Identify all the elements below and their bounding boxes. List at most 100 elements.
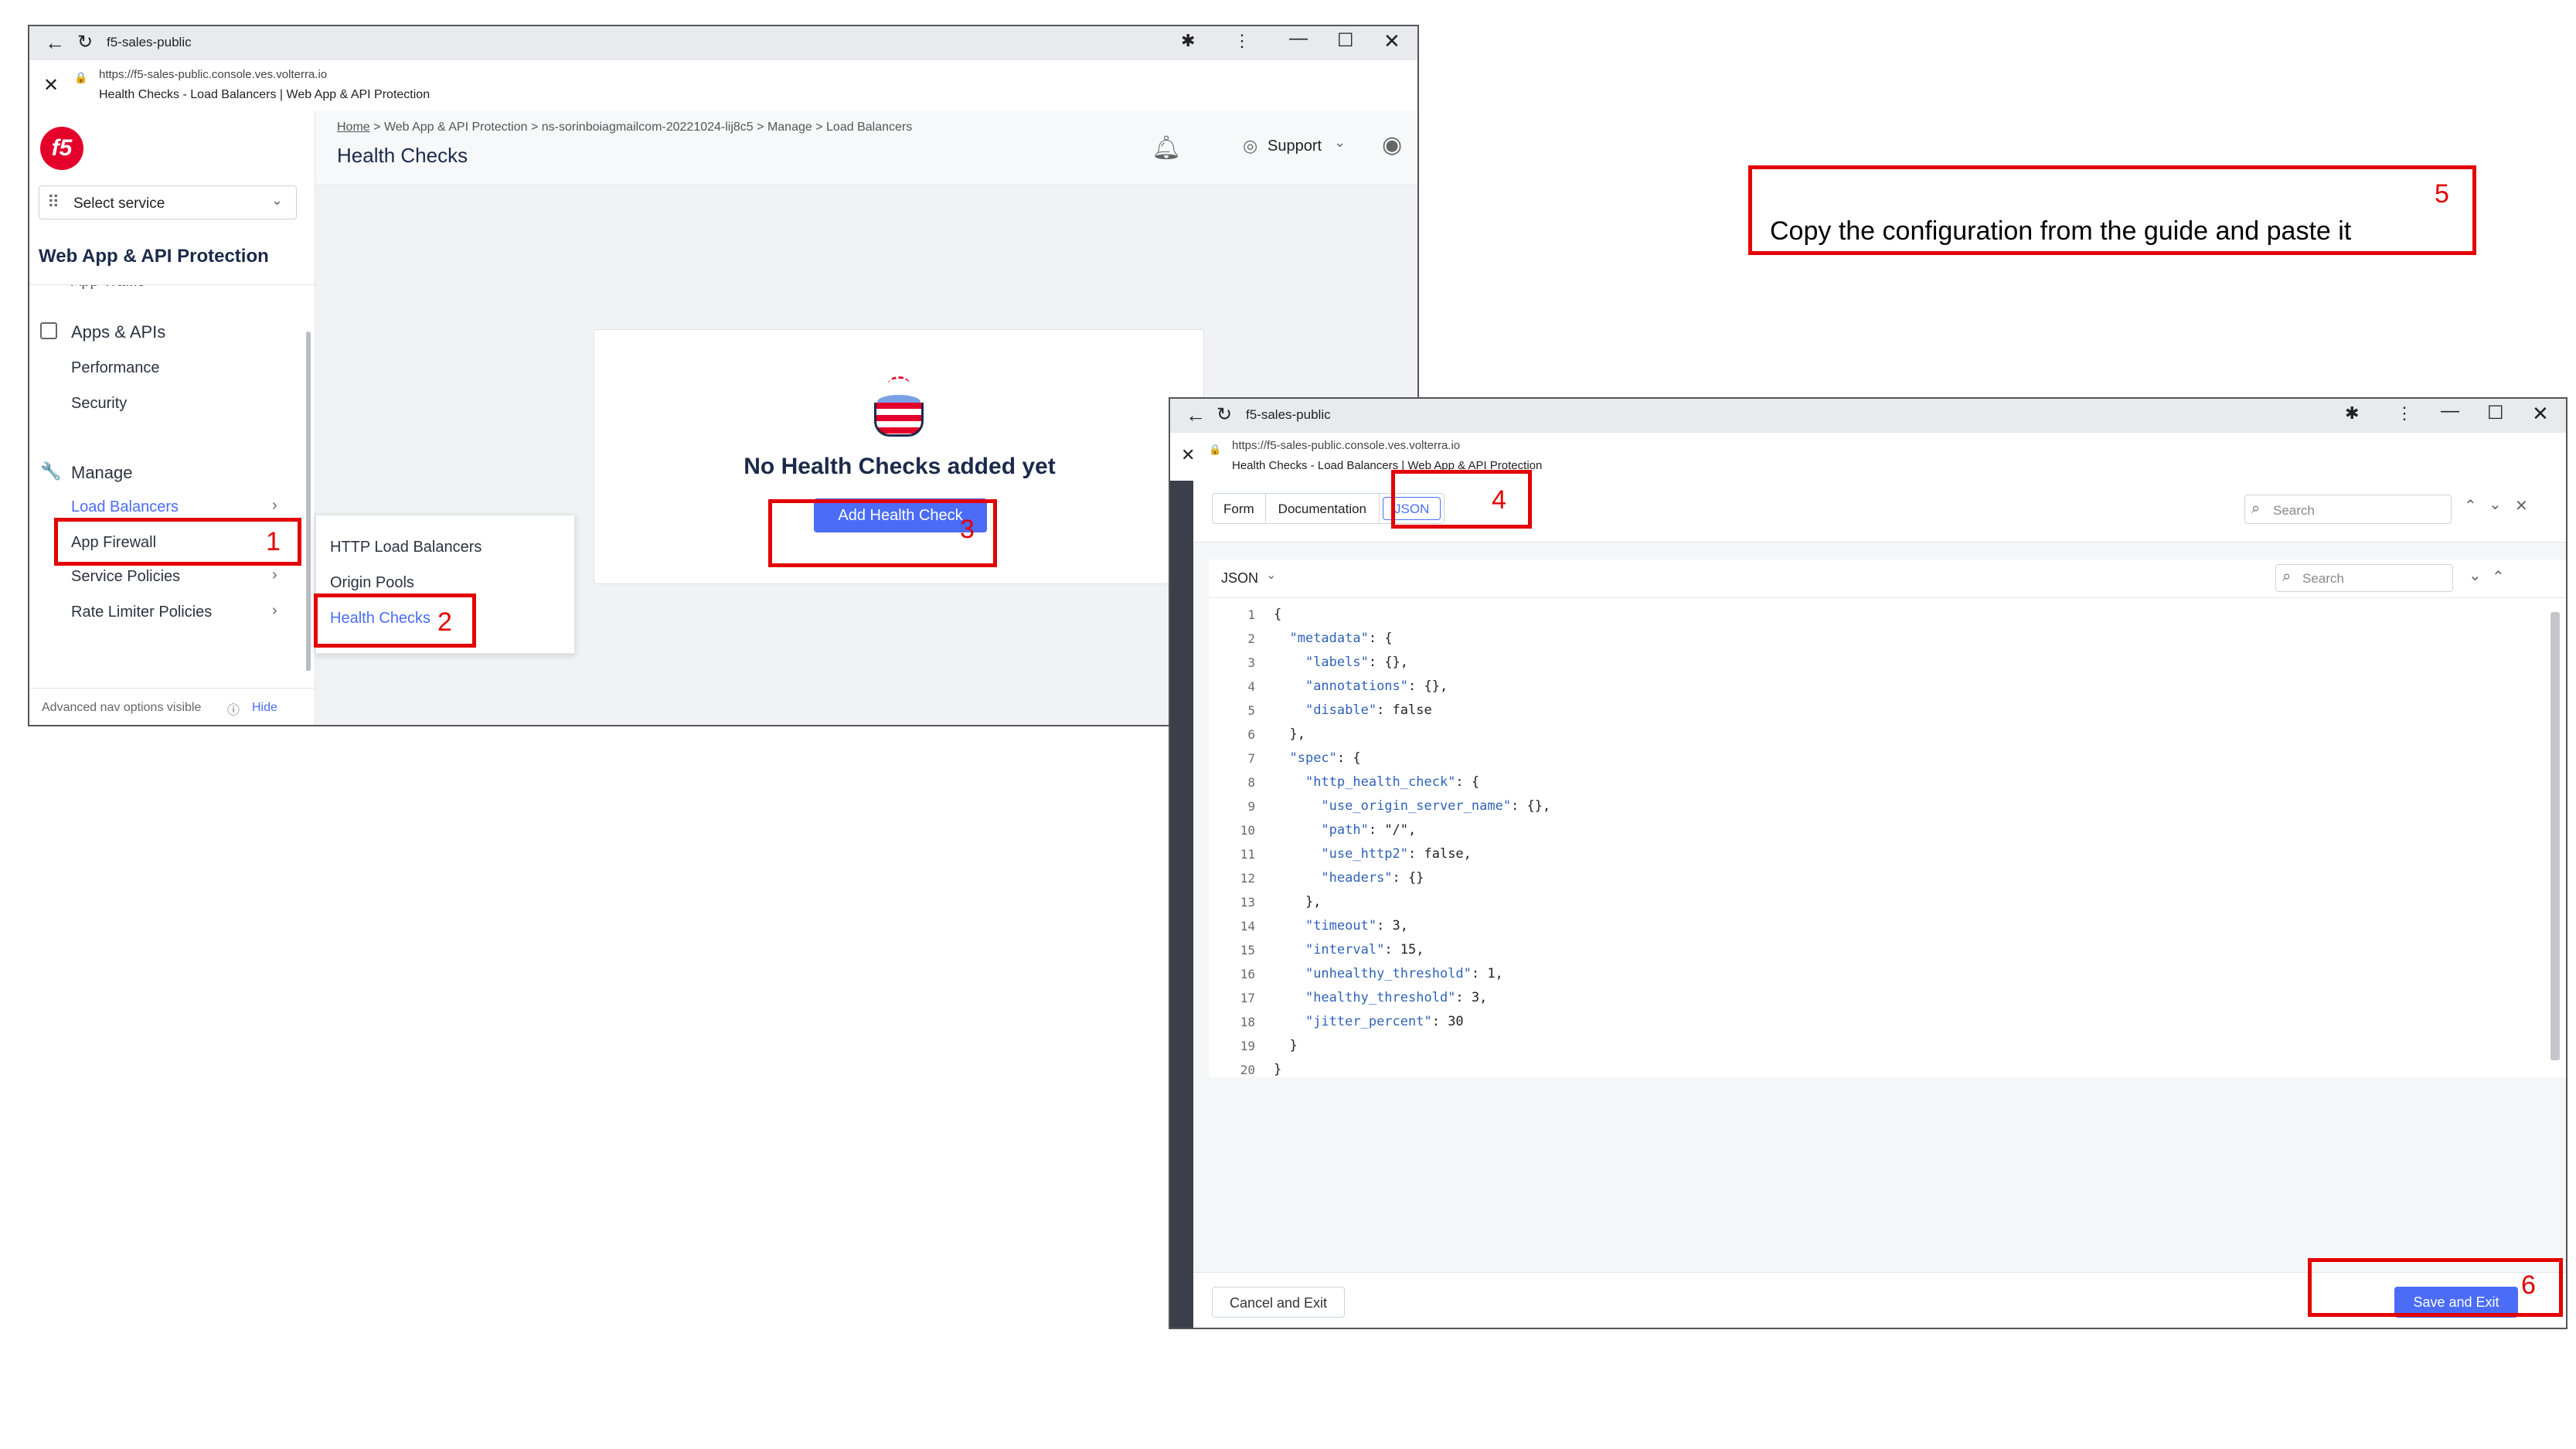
code-line[interactable]: }, <box>1274 723 1305 747</box>
chevron-right-icon: › <box>272 566 277 583</box>
chevron-up-icon[interactable]: ⌃ <box>2492 567 2505 587</box>
apps-icon <box>40 322 57 339</box>
puzzle-icon[interactable]: ✱ <box>2345 403 2359 423</box>
chevron-down-icon: ⌄ <box>271 192 284 208</box>
sidebar-item-performance[interactable]: Performance <box>71 359 160 377</box>
breadcrumb-load-balancers[interactable]: Load Balancers <box>826 121 912 134</box>
back-arrow-icon[interactable]: ← <box>45 31 65 55</box>
sidebar-item-service-policies[interactable]: Service Policies <box>71 568 180 586</box>
submenu-origin-pools[interactable]: Origin Pools <box>330 574 414 592</box>
code-line[interactable]: "annotations": {}, <box>1274 675 1448 699</box>
code-line[interactable]: "path": "/", <box>1274 818 1416 842</box>
sidebar-item-load-balancers[interactable]: Load Balancers <box>71 498 179 516</box>
bell-icon[interactable]: 🔔︎ <box>1152 134 1181 162</box>
close-icon[interactable]: ✕ <box>43 74 59 97</box>
sidebar-item-apps-apis[interactable]: Apps & APIs <box>71 322 165 342</box>
title-bar: ← ↻ f5-sales-public ✱ ⋮ — ☐ ✕ <box>1170 399 2566 433</box>
search-icon: ⌕ <box>2251 500 2261 517</box>
code-line[interactable]: } <box>1274 1058 1281 1082</box>
close-icon[interactable]: ✕ <box>1181 445 1195 465</box>
editor-mode-select[interactable]: JSON <box>1221 570 1258 587</box>
code-line[interactable]: "timeout": 3, <box>1274 914 1408 938</box>
chevron-down-icon[interactable]: ⌄ <box>2469 566 2482 585</box>
line-number: 8 <box>1247 775 1255 790</box>
cancel-and-exit-button[interactable]: Cancel and Exit <box>1212 1287 1345 1318</box>
line-number: 9 <box>1247 799 1255 814</box>
puzzle-icon[interactable]: ✱ <box>1181 31 1195 51</box>
annotation-box-4 <box>1391 470 1532 529</box>
code-line[interactable]: "spec": { <box>1274 747 1360 770</box>
line-number: 19 <box>1240 1039 1255 1053</box>
select-service-dropdown[interactable]: ⠿ Select service ⌄ <box>39 185 297 219</box>
menu-dots-icon[interactable]: ⋮ <box>2396 403 2413 423</box>
top-search-box[interactable]: ⌕ Search <box>2244 495 2452 524</box>
code-line[interactable]: }, <box>1274 890 1321 914</box>
code-line[interactable]: "disable": false <box>1274 699 1432 723</box>
close-window-icon[interactable]: ✕ <box>2532 402 2549 426</box>
sidebar-item-rate-limiter[interactable]: Rate Limiter Policies <box>71 604 212 621</box>
line-number: 3 <box>1247 655 1255 670</box>
line-number: 20 <box>1240 1063 1255 1077</box>
minimize-icon[interactable]: — <box>1289 28 1308 49</box>
tab-form[interactable]: Form <box>1213 494 1266 523</box>
tab-title: f5-sales-public <box>1246 407 1331 422</box>
code-line[interactable]: "healthy_threshold": 3, <box>1274 986 1487 1010</box>
code-line[interactable]: "interval": 15, <box>1274 938 1424 962</box>
sidebar-item-manage[interactable]: Manage <box>71 463 133 483</box>
editor-panel: JSON ⌄ ⌕ Search ⌄ ⌃ 1 2 3 4 5 6 7 8 9 10 11 12 13 14 1… <box>1193 543 2566 1328</box>
maximize-icon[interactable]: ☐ <box>2487 402 2504 424</box>
submenu-http-load-balancers[interactable]: HTTP Load Balancers <box>330 539 482 556</box>
line-number: 10 <box>1240 823 1255 838</box>
help-icon: ⓘ <box>227 704 240 717</box>
line-number: 14 <box>1240 919 1255 934</box>
lock-icon: 🔒 <box>74 71 88 83</box>
breadcrumb-namespace[interactable]: ns-sorinboiagmailcom-20221024-lij8c5 <box>542 121 754 134</box>
code-line[interactable]: "headers": {} <box>1274 866 1424 890</box>
annotation-number-2: 2 <box>437 607 452 637</box>
reload-icon[interactable]: ↻ <box>1217 403 1232 426</box>
breadcrumb-home[interactable]: Home <box>337 121 370 134</box>
left-rail-dimmed <box>1170 481 1193 1328</box>
url-text[interactable]: https://f5-sales-public.console.ves.volt… <box>99 68 327 81</box>
close-window-icon[interactable]: ✕ <box>1383 29 1400 53</box>
code-line[interactable]: "jitter_percent": 30 <box>1274 1010 1464 1034</box>
back-arrow-icon[interactable]: ← <box>1186 403 1206 427</box>
breadcrumb-workspace[interactable]: Web App & API Protection <box>384 121 528 134</box>
maximize-icon[interactable]: ☐ <box>1337 29 1354 52</box>
code-content[interactable]: { "metadata": { "labels": {}, "annotatio… <box>1274 603 2510 1077</box>
sidebar-scrollbar[interactable] <box>306 332 311 671</box>
code-line[interactable]: "labels": {}, <box>1274 651 1408 675</box>
tab-title: f5-sales-public <box>107 35 192 49</box>
user-avatar-icon[interactable]: ◉ <box>1382 131 1402 158</box>
tab-documentation[interactable]: Documentation <box>1266 494 1380 523</box>
editor-search-box[interactable]: ⌕ Search <box>2275 564 2453 592</box>
line-number: 13 <box>1240 895 1255 910</box>
annotation-number-1: 1 <box>266 527 281 556</box>
support-menu[interactable]: Support <box>1268 138 1322 155</box>
code-line[interactable]: "use_http2": false, <box>1274 842 1471 866</box>
close-icon[interactable]: ✕ <box>2515 496 2528 515</box>
breadcrumb-manage[interactable]: Manage <box>767 121 812 134</box>
address-bar: ✕ 🔒 https://f5-sales-public.console.ves.… <box>1170 433 2566 481</box>
sidebar-item-app-traffic[interactable]: App Traffic <box>71 285 145 291</box>
editor-scrollbar[interactable] <box>2550 612 2560 1060</box>
code-line[interactable]: "metadata": { <box>1274 627 1392 651</box>
code-line[interactable]: { <box>1274 603 1281 627</box>
browser-window-json-editor: ← ↻ f5-sales-public ✱ ⋮ — ☐ ✕ ✕ 🔒 https:… <box>1169 397 2567 1329</box>
minimize-icon[interactable]: — <box>2441 400 2459 422</box>
annotation-step5-text: Copy the configuration from the guide an… <box>1770 216 2352 246</box>
menu-dots-icon[interactable]: ⋮ <box>1234 31 1251 51</box>
empty-state-title: No Health Checks added yet <box>744 454 1056 479</box>
hide-link[interactable]: Hide <box>252 701 277 715</box>
code-line[interactable]: "use_origin_server_name": {}, <box>1274 794 1550 818</box>
code-line[interactable]: "unhealthy_threshold": 1, <box>1274 962 1503 986</box>
url-text[interactable]: https://f5-sales-public.console.ves.volt… <box>1232 439 1460 452</box>
sidebar-item-security[interactable]: Security <box>71 395 127 413</box>
chevron-up-icon[interactable]: ⌃ <box>2464 496 2477 515</box>
code-line[interactable]: "http_health_check": { <box>1274 770 1479 794</box>
chevron-down-icon[interactable]: ⌄ <box>2489 495 2502 514</box>
workspace-title: Web App & API Protection <box>39 246 269 267</box>
reload-icon[interactable]: ↻ <box>77 31 93 53</box>
code-editor[interactable]: 1 2 3 4 5 6 7 8 9 10 11 12 13 14 15 16 17 18 19 20 { "metad… <box>1209 598 2566 1077</box>
code-line[interactable]: } <box>1274 1034 1297 1058</box>
